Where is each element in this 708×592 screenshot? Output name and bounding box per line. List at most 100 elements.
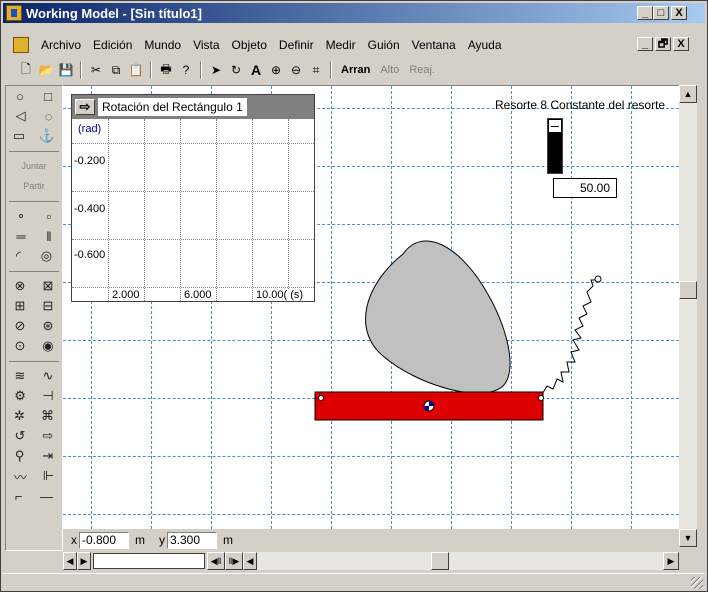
document-icon[interactable]: [13, 37, 29, 53]
curved-slot-icon[interactable]: ◜: [16, 248, 21, 264]
slot-joint-icon[interactable]: ⊟: [43, 298, 54, 314]
tape-player-track[interactable]: [93, 553, 205, 569]
spring-slider[interactable]: [547, 118, 563, 174]
tape-back-button[interactable]: ◀: [63, 552, 77, 570]
pointer-icon[interactable]: ➤: [207, 61, 225, 79]
curved-slot-joint-icon[interactable]: ⊘: [15, 318, 26, 334]
menu-vista[interactable]: Vista: [187, 38, 225, 52]
doc-close-button[interactable]: X: [673, 37, 689, 51]
actuator-tool-icon[interactable]: ⇥: [42, 448, 53, 464]
open-folder-icon[interactable]: 📂: [37, 61, 55, 79]
menu-ventana[interactable]: Ventana: [406, 38, 462, 52]
tape-forward-button[interactable]: ▶: [77, 552, 91, 570]
tape-step-icon[interactable]: ‖▶: [225, 552, 243, 570]
keyed-slot-icon[interactable]: ⊞: [15, 298, 26, 314]
horizontal-scroll-track[interactable]: [257, 552, 663, 570]
pin-joint-icon[interactable]: ⊗: [15, 278, 26, 294]
separator-joint-icon[interactable]: ◉: [42, 338, 53, 354]
scroll-right-button[interactable]: ▶: [663, 552, 679, 570]
square-point-tool-icon[interactable]: ▫: [47, 209, 52, 224]
curved-body[interactable]: [365, 240, 511, 394]
zoom-out-icon[interactable]: ⊖: [287, 61, 305, 79]
cut-icon[interactable]: ✂: [87, 61, 105, 79]
point-tool-icon[interactable]: ∘: [17, 208, 25, 224]
menu-mundo[interactable]: Mundo: [138, 38, 187, 52]
zoom-fit-icon[interactable]: ⌗: [307, 61, 325, 79]
vertical-scrollbar[interactable]: ▲ ▼: [679, 85, 697, 547]
run-button[interactable]: Arran: [337, 64, 374, 76]
title-bar[interactable]: Working Model - [Sin título1] _ □ X: [3, 3, 705, 23]
rotation-meter[interactable]: ⇨ Rotación del Rectángulo 1 (rad) -0.200…: [71, 94, 315, 302]
spring-tool-icon[interactable]: ≋: [15, 368, 26, 384]
minimize-button[interactable]: _: [637, 6, 653, 20]
rod-tool-icon[interactable]: ⊩: [43, 468, 54, 484]
print-icon[interactable]: 🖶: [157, 61, 175, 79]
horizontal-scroll-thumb[interactable]: [431, 552, 449, 570]
menu-archivo[interactable]: Archivo: [35, 38, 87, 52]
rope-joint-icon[interactable]: ⊙: [14, 338, 25, 354]
new-file-icon[interactable]: 🗋: [17, 61, 35, 79]
pulley-tool-icon[interactable]: ⌘: [41, 408, 54, 424]
x-coord-field[interactable]: -0.800: [79, 531, 129, 549]
zoom-in-icon[interactable]: ⊕: [267, 61, 285, 79]
doc-minimize-button[interactable]: _: [637, 37, 653, 51]
rigid-joint-icon[interactable]: ⊠: [43, 278, 54, 294]
menu-medir[interactable]: Medir: [320, 38, 362, 52]
anchor-tool-icon[interactable]: ⚓: [39, 128, 55, 144]
spring-element[interactable]: [540, 279, 597, 397]
polygon-tool-icon[interactable]: ◁: [16, 108, 26, 124]
scroll-left-button[interactable]: ◀: [243, 552, 257, 570]
scroll-down-button[interactable]: ▼: [679, 529, 697, 547]
pulley-rope-icon[interactable]: ⌐: [15, 489, 23, 504]
save-icon[interactable]: 💾: [57, 61, 75, 79]
meter-arrow-icon[interactable]: ⇨: [75, 99, 95, 115]
toolbar-separator: [80, 61, 82, 79]
vertical-slot-icon[interactable]: ‖: [46, 229, 51, 244]
palette-divider: [9, 266, 59, 272]
join-button[interactable]: Juntar: [21, 161, 46, 171]
closed-slot-icon[interactable]: ◎: [41, 248, 52, 264]
menu-definir[interactable]: Definir: [273, 38, 320, 52]
tape-pause-icon[interactable]: ◀‖: [207, 552, 225, 570]
meter-title-bar[interactable]: ⇨ Rotación del Rectángulo 1: [72, 95, 314, 119]
reset-button[interactable]: Reaj.: [405, 64, 439, 76]
text-tool-icon[interactable]: A: [247, 61, 265, 79]
motor-tool-icon[interactable]: ↺: [15, 428, 26, 444]
rotary-damper-icon[interactable]: ⊣: [42, 388, 53, 404]
doc-restore-button[interactable]: 🗗: [655, 37, 671, 51]
rope-tool-icon[interactable]: 〰: [14, 467, 27, 486]
scroll-up-button[interactable]: ▲: [679, 85, 697, 103]
gear-tool-icon[interactable]: ✲: [14, 408, 25, 424]
rectangle-tool-icon[interactable]: ▭: [13, 128, 25, 144]
stop-button[interactable]: Alto: [376, 64, 403, 76]
rotary-spring-icon[interactable]: ⚙: [14, 388, 26, 404]
maximize-button[interactable]: □: [653, 6, 669, 20]
rotate-icon[interactable]: ↻: [227, 61, 245, 79]
copy-icon[interactable]: ⧉: [107, 61, 125, 79]
square-tool-icon[interactable]: □: [44, 89, 52, 104]
circle-tool-icon[interactable]: ○: [16, 89, 24, 104]
split-button[interactable]: Partir: [23, 181, 45, 191]
y-coord-field[interactable]: 3.300: [167, 531, 217, 549]
palette-divider: [9, 356, 59, 362]
horizontal-slot-icon[interactable]: ═: [16, 229, 25, 244]
spring-slider-thumb[interactable]: [548, 119, 562, 133]
resize-grip-icon[interactable]: [691, 577, 703, 589]
help-icon[interactable]: ?: [177, 61, 195, 79]
damper-tool-icon[interactable]: ∿: [43, 368, 54, 384]
torque-tool-icon[interactable]: ⚲: [15, 448, 25, 464]
line-tool-icon[interactable]: —: [40, 489, 53, 504]
force-tool-icon[interactable]: ⇨: [43, 428, 54, 444]
spring-anchor-point[interactable]: [594, 275, 602, 283]
spring-value-field[interactable]: 50.00: [553, 178, 617, 198]
menu-objeto[interactable]: Objeto: [226, 38, 273, 52]
paste-icon[interactable]: 📋: [127, 61, 145, 79]
menu-edicion[interactable]: Edición: [87, 38, 138, 52]
menu-ayuda[interactable]: Ayuda: [462, 38, 508, 52]
curved-body-tool-icon[interactable]: ◌: [45, 109, 53, 124]
simulation-canvas[interactable]: ⇨ Rotación del Rectángulo 1 (rad) -0.200…: [63, 85, 679, 529]
close-button[interactable]: X: [671, 6, 687, 20]
vertical-scroll-thumb[interactable]: [679, 281, 697, 299]
menu-guion[interactable]: Guión: [362, 38, 406, 52]
closed-slot-joint-icon[interactable]: ⊛: [43, 318, 54, 334]
